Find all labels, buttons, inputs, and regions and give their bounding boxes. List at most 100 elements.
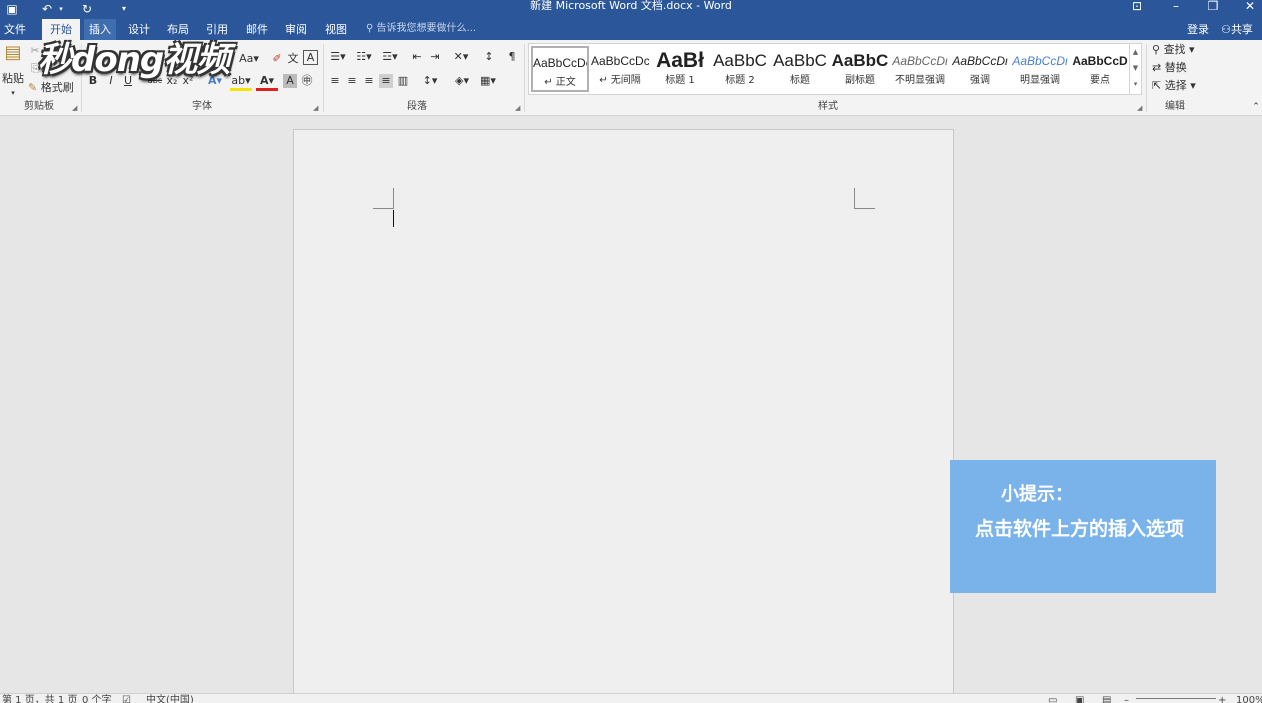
select-label: 选择 [1164, 79, 1187, 92]
tab-file[interactable]: 文件 [0, 19, 30, 40]
style-name: 不明显强调 [895, 75, 945, 86]
align-center-icon[interactable]: ≡ [345, 74, 359, 88]
language-indicator[interactable]: 中文(中国) [146, 695, 194, 703]
paragraph-launcher-icon[interactable]: ◢ [515, 104, 520, 112]
brush-icon: ✎ [28, 81, 38, 94]
status-bar: 第 1 页，共 1 页 0 个字 ☑ 中文(中国) ▭ ▣ ▤ – + 100% [0, 693, 1262, 703]
style-subtitle[interactable]: AaBbC 副标题 [831, 46, 889, 92]
magnifier-icon: ⚲ [1152, 43, 1161, 56]
tab-review[interactable]: 审阅 [280, 19, 312, 40]
style-name: 副标题 [845, 75, 875, 86]
highlight-color-icon[interactable]: ab▾ [230, 74, 252, 91]
find-button[interactable]: ⚲ 查找 ▾ [1152, 43, 1202, 57]
numbering-icon[interactable]: ☷▾ [354, 50, 374, 64]
style-preview: AaBbCcDι [1012, 54, 1068, 68]
sort-icon[interactable]: ↕ [482, 50, 496, 64]
margin-corner-top-left [373, 188, 394, 209]
style-preview: AaBbCcDc [533, 56, 587, 70]
replace-button[interactable]: ⇄ 替换 [1152, 61, 1202, 75]
show-marks-icon[interactable]: ¶ [505, 50, 519, 64]
gallery-scroll[interactable]: ▲ ▼ ▾ [1129, 44, 1141, 94]
paste-dropdown-icon[interactable]: ▾ [8, 86, 18, 100]
login-link[interactable]: 登录 [1182, 19, 1214, 40]
style-intense-emphasis[interactable]: AaBbCcDι 明显强调 [1011, 46, 1069, 92]
phonetic-guide-icon[interactable]: 文 [286, 52, 300, 66]
read-mode-icon[interactable]: ▭ [1048, 695, 1057, 703]
group-divider [1146, 44, 1147, 112]
paste-label[interactable]: 粘贴 [0, 72, 26, 86]
tab-insert[interactable]: 插入 [84, 19, 116, 40]
format-painter-label: 格式刷 [40, 81, 74, 94]
tab-references[interactable]: 引用 [201, 19, 233, 40]
decrease-indent-icon[interactable]: ⇤ [410, 50, 424, 64]
replace-icon: ⇄ [1152, 61, 1162, 74]
clipboard-group-label: 剪贴板 [24, 101, 54, 112]
borders-icon[interactable]: ▦▾ [477, 74, 499, 88]
window-title: 新建 Microsoft Word 文档.docx - Word [530, 0, 732, 12]
tab-mailings[interactable]: 邮件 [241, 19, 273, 40]
scroll-up-icon[interactable]: ▲ [1130, 44, 1141, 60]
enclose-characters-icon[interactable]: ㊥ [300, 74, 314, 88]
font-launcher-icon[interactable]: ◢ [313, 104, 318, 112]
align-left-icon[interactable]: ≡ [328, 74, 342, 88]
clipboard-launcher-icon[interactable]: ◢ [72, 104, 77, 112]
document-page[interactable] [293, 129, 954, 699]
styles-group-label: 样式 [818, 101, 838, 112]
minimize-button[interactable]: – [1161, 0, 1191, 18]
multilevel-list-icon[interactable]: ☲▾ [380, 50, 400, 64]
clear-formatting-icon[interactable]: ✐ [270, 52, 284, 66]
character-border-icon[interactable]: A [303, 50, 318, 65]
zoom-slider[interactable] [1136, 698, 1216, 699]
editing-group-label: 编辑 [1165, 101, 1185, 112]
style-no-spacing[interactable]: AaBbCcDc ↵ 无间隔 [591, 46, 649, 92]
title-bar: ▣ ↶ ▾ ↻ ▾ 新建 Microsoft Word 文档.docx - Wo… [0, 0, 1262, 18]
document-canvas[interactable] [0, 116, 1262, 699]
scroll-down-icon[interactable]: ▼ [1130, 60, 1141, 76]
change-case-icon[interactable]: Aa▾ [238, 52, 260, 66]
style-heading-1[interactable]: AaBł 标题 1 [651, 46, 709, 92]
share-button[interactable]: ⚇共享 [1216, 19, 1258, 40]
collapse-ribbon-icon[interactable]: ⌃ [1250, 100, 1262, 114]
zoom-out-icon[interactable]: – [1124, 695, 1129, 703]
align-right-icon[interactable]: ≡ [362, 74, 376, 88]
style-strong[interactable]: AaBbCcD 要点 [1071, 46, 1129, 92]
tab-home[interactable]: 开始 [42, 19, 80, 40]
tab-design[interactable]: 设计 [123, 19, 155, 40]
proofing-icon[interactable]: ☑ [122, 695, 131, 703]
style-emphasis[interactable]: AaBbCcDι 强调 [951, 46, 1009, 92]
ribbon-display-options-icon[interactable]: ⊡ [1122, 0, 1152, 18]
style-normal[interactable]: AaBbCcDc ↵ 正文 [531, 46, 589, 92]
style-subtle-emphasis[interactable]: AaBbCcDι 不明显强调 [891, 46, 949, 92]
restore-button[interactable]: ❐ [1198, 0, 1228, 18]
distributed-icon[interactable]: ▥ [396, 74, 410, 88]
zoom-in-icon[interactable]: + [1218, 695, 1226, 703]
more-styles-icon[interactable]: ▾ [1130, 76, 1141, 92]
lightbulb-icon: ⚲ [366, 23, 377, 34]
font-color-icon[interactable]: A▾ [256, 74, 278, 91]
line-spacing-icon[interactable]: ↕▾ [419, 74, 441, 88]
zoom-level[interactable]: 100% [1236, 695, 1262, 703]
shading-icon[interactable]: ◈▾ [451, 74, 473, 88]
chinese-layout-icon[interactable]: ✕▾ [451, 50, 471, 64]
bullets-icon[interactable]: ☰▾ [328, 50, 348, 64]
increase-indent-icon[interactable]: ⇥ [428, 50, 442, 64]
format-painter-button[interactable]: ✎ 格式刷 [28, 81, 78, 95]
style-heading-2[interactable]: AaBbC 标题 2 [711, 46, 769, 92]
word-count[interactable]: 0 个字 [82, 695, 112, 703]
tab-view[interactable]: 视图 [320, 19, 352, 40]
find-label: 查找 [1163, 43, 1186, 56]
close-button[interactable]: ✕ [1235, 0, 1262, 18]
character-shading-icon[interactable]: A [283, 74, 297, 88]
styles-launcher-icon[interactable]: ◢ [1137, 104, 1142, 112]
style-preview: AaBł [656, 49, 704, 72]
paste-icon[interactable]: ▤ [2, 44, 24, 70]
style-name: 要点 [1090, 75, 1110, 86]
web-layout-icon[interactable]: ▤ [1102, 695, 1111, 703]
select-button[interactable]: ⇱ 选择 ▾ [1152, 79, 1202, 93]
tell-me-search[interactable]: ⚲ 告诉我您想要做什么... [366, 18, 476, 40]
justify-icon[interactable]: ≡ [379, 74, 393, 88]
style-title[interactable]: AaBbC 标题 [771, 46, 829, 92]
page-count[interactable]: 第 1 页，共 1 页 [2, 695, 77, 703]
tab-layout[interactable]: 布局 [162, 19, 194, 40]
print-layout-icon[interactable]: ▣ [1075, 695, 1084, 703]
